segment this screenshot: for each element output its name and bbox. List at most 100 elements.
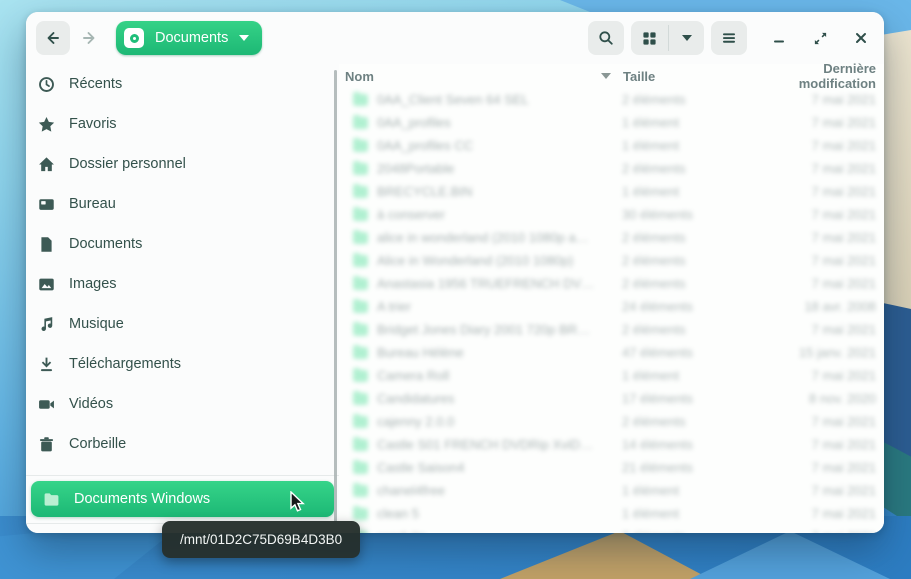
file-size: 1 élément xyxy=(622,483,772,498)
folder-icon xyxy=(353,485,368,497)
column-header-name-label: Nom xyxy=(345,69,374,84)
sidebar-item-pictures[interactable]: Images xyxy=(26,264,339,304)
file-row[interactable]: Bridget Jones Diary 2001 720p BR… 2 élém… xyxy=(339,318,884,341)
sidebar-item-label: Vidéos xyxy=(69,396,113,412)
list-column-headers: Nom Taille Dernière modification xyxy=(339,64,884,88)
download-icon xyxy=(38,356,55,373)
folder-icon xyxy=(353,347,368,359)
file-row[interactable]: Candidatures 17 éléments 8 nov. 2020 xyxy=(339,387,884,410)
file-size: 1 élément xyxy=(622,138,772,153)
column-header-name[interactable]: Nom xyxy=(345,69,623,84)
file-name: Alice in Wonderland (2010 1080p) xyxy=(377,253,622,268)
home-icon xyxy=(38,156,55,173)
sidebar-item-videos[interactable]: Vidéos xyxy=(26,384,339,424)
location-button[interactable]: Documents xyxy=(116,21,262,55)
file-row[interactable]: cajenny 2.0.0 2 éléments 7 mai 2021 xyxy=(339,410,884,433)
desktop-icon xyxy=(38,196,55,213)
sidebar-divider xyxy=(26,475,339,476)
file-row[interactable]: chanel4free 1 élément 7 mai 2021 xyxy=(339,479,884,502)
document-icon xyxy=(38,236,55,253)
file-size: 21 éléments xyxy=(622,460,772,475)
location-button-label: Documents xyxy=(155,30,228,46)
file-row[interactable]: 0AA_profiles 1 élément 7 mai 2021 xyxy=(339,111,884,134)
file-name: BRECYCLE.BIN xyxy=(377,184,622,199)
file-row[interactable]: Anastasia 1956 TRUEFRENCH DV… 2 éléments… xyxy=(339,272,884,295)
file-name: Castle Saison4 xyxy=(377,460,622,475)
folder-icon xyxy=(353,140,368,152)
image-icon xyxy=(38,276,55,293)
file-size: 2 éléments xyxy=(622,276,772,291)
forward-button[interactable] xyxy=(72,21,106,55)
file-size: 47 éléments xyxy=(622,345,772,360)
clock-icon xyxy=(38,76,55,93)
file-modified-date: 7 mai 2021 xyxy=(772,414,880,429)
sidebar-item-downloads[interactable]: Téléchargements xyxy=(26,344,339,384)
file-row[interactable]: à conserver 30 éléments 7 mai 2021 xyxy=(339,203,884,226)
file-name: Bureau Hélène xyxy=(377,345,622,360)
file-row[interactable]: 0AA_Client Seven 64 SEL 2 éléments 7 mai… xyxy=(339,88,884,111)
file-row[interactable]: Camera Roll 1 élément 7 mai 2021 xyxy=(339,364,884,387)
grid-view-button[interactable] xyxy=(631,21,668,55)
file-row[interactable]: Alice in Wonderland (2010 1080p) 2 éléme… xyxy=(339,249,884,272)
folder-icon xyxy=(353,186,368,198)
sidebar-item-label: Téléchargements xyxy=(69,356,181,372)
sidebar-item-favorites[interactable]: Favoris xyxy=(26,104,339,144)
file-size: 2 éléments xyxy=(622,529,772,533)
back-icon xyxy=(45,30,61,46)
search-button[interactable] xyxy=(588,21,624,55)
file-row[interactable]: 2048Portable 2 éléments 7 mai 2021 xyxy=(339,157,884,180)
folder-icon xyxy=(353,278,368,290)
sidebar-item-home[interactable]: Dossier personnel xyxy=(26,144,339,184)
file-name: cajenny 2.0.0 xyxy=(377,414,622,429)
file-row[interactable]: 0AA_profiles CC 1 élément 7 mai 2021 xyxy=(339,134,884,157)
file-modified-date: 7 mai 2021 xyxy=(772,207,880,222)
maximize-button[interactable] xyxy=(812,30,828,46)
file-modified-date: 7 mai 2021 xyxy=(772,368,880,383)
file-name: 0AA_profiles CC xyxy=(377,138,622,153)
file-name: 2048Portable xyxy=(377,161,622,176)
sidebar-item-music[interactable]: Musique xyxy=(26,304,339,344)
file-size: 14 éléments xyxy=(622,437,772,452)
file-row[interactable]: Castle S01 FRENCH DVDRip XviD… 14 élémen… xyxy=(339,433,884,456)
hamburger-icon xyxy=(721,30,737,46)
file-size: 1 élément xyxy=(622,506,772,521)
file-row[interactable]: BRECYCLE.BIN 1 élément 7 mai 2021 xyxy=(339,180,884,203)
mouse-cursor xyxy=(287,491,309,515)
file-row[interactable]: Castle Saison4 21 éléments 7 mai 2021 xyxy=(339,456,884,479)
minimize-icon xyxy=(772,31,786,45)
column-header-modified-label: Dernière modification xyxy=(799,61,876,91)
folder-icon xyxy=(43,491,60,508)
file-row[interactable]: conduite 2 éléments 7 mai 2021 xyxy=(339,525,884,533)
file-size: 30 éléments xyxy=(622,207,772,222)
column-header-modified[interactable]: Dernière modification xyxy=(773,61,880,91)
file-size: 2 éléments xyxy=(622,230,772,245)
file-row[interactable]: clean 5 1 élément 7 mai 2021 xyxy=(339,502,884,525)
music-note-icon xyxy=(38,316,55,333)
path-tooltip: /mnt/01D2C75D69B4D3B0 xyxy=(162,521,360,558)
sidebar-item-label: Musique xyxy=(69,316,124,332)
folder-icon xyxy=(353,301,368,313)
file-row[interactable]: A trier 24 éléments 18 avr. 2008 xyxy=(339,295,884,318)
menu-button[interactable] xyxy=(711,21,747,55)
minimize-button[interactable] xyxy=(771,30,787,46)
sidebar-item-recents[interactable]: Récents xyxy=(26,64,339,104)
back-button[interactable] xyxy=(36,21,70,55)
sidebar-scrollbar[interactable] xyxy=(334,70,337,522)
folder-icon xyxy=(353,439,368,451)
sidebar-item-desktop[interactable]: Bureau xyxy=(26,184,339,224)
sidebar-item-documents[interactable]: Documents xyxy=(26,224,339,264)
file-name: Bridget Jones Diary 2001 720p BR… xyxy=(377,322,622,337)
close-button[interactable] xyxy=(853,30,869,46)
star-icon xyxy=(38,116,55,133)
file-modified-date: 7 mai 2021 xyxy=(772,529,880,533)
file-row[interactable]: alice in wonderland (2010 1080p a… 2 élé… xyxy=(339,226,884,249)
grid-view-icon xyxy=(642,31,657,46)
trash-icon xyxy=(38,436,55,453)
sidebar-item-trash[interactable]: Corbeille xyxy=(26,424,339,464)
view-options-button[interactable] xyxy=(669,21,704,55)
column-header-size[interactable]: Taille xyxy=(623,69,773,84)
file-name: Castle S01 FRENCH DVDRip XviD… xyxy=(377,437,622,452)
file-name: alice in wonderland (2010 1080p a… xyxy=(377,230,622,245)
location-caret-icon xyxy=(239,35,249,41)
file-row[interactable]: Bureau Hélène 47 éléments 15 janv. 2021 xyxy=(339,341,884,364)
